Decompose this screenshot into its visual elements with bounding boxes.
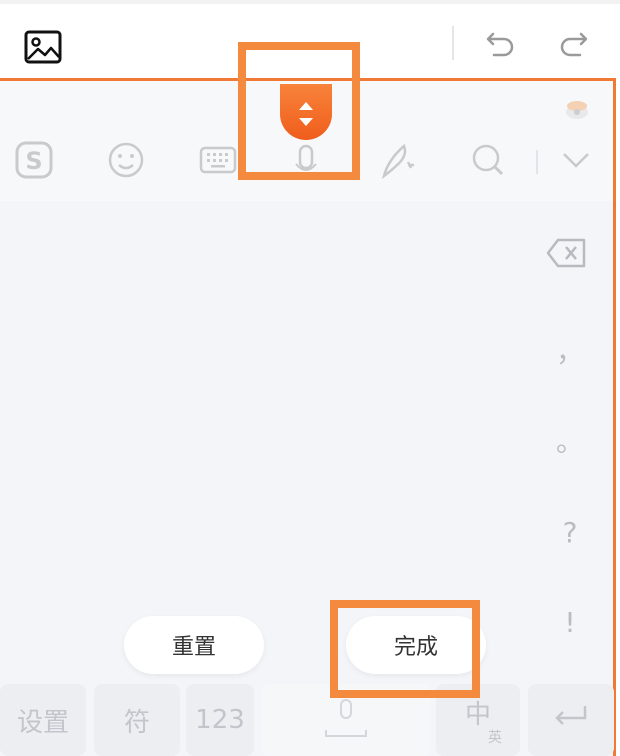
- key-exclamation[interactable]: !: [548, 606, 592, 639]
- lang-sub-label: 英: [488, 729, 502, 746]
- reset-button[interactable]: 重置: [124, 616, 264, 674]
- lang-main-label: 中: [464, 699, 491, 730]
- key-numbers[interactable]: 123: [186, 684, 254, 756]
- enter-icon: [551, 702, 591, 739]
- key-enter[interactable]: [528, 684, 614, 756]
- key-settings[interactable]: 设置: [0, 684, 86, 756]
- highlight-box-done: [330, 600, 480, 698]
- redo-icon[interactable]: [556, 26, 590, 60]
- key-comma[interactable]: ，: [548, 330, 592, 370]
- image-icon[interactable]: [24, 30, 62, 64]
- key-symbols[interactable]: 符: [94, 684, 180, 756]
- key-period[interactable]: 。: [548, 420, 592, 460]
- backspace-icon[interactable]: [546, 236, 588, 270]
- toolbar-separator: [452, 26, 454, 60]
- key-question[interactable]: ?: [548, 516, 592, 549]
- undo-icon[interactable]: [484, 26, 518, 60]
- space-mic-icon: [316, 692, 376, 749]
- highlight-box-handle: [238, 42, 360, 180]
- top-divider: [0, 0, 620, 4]
